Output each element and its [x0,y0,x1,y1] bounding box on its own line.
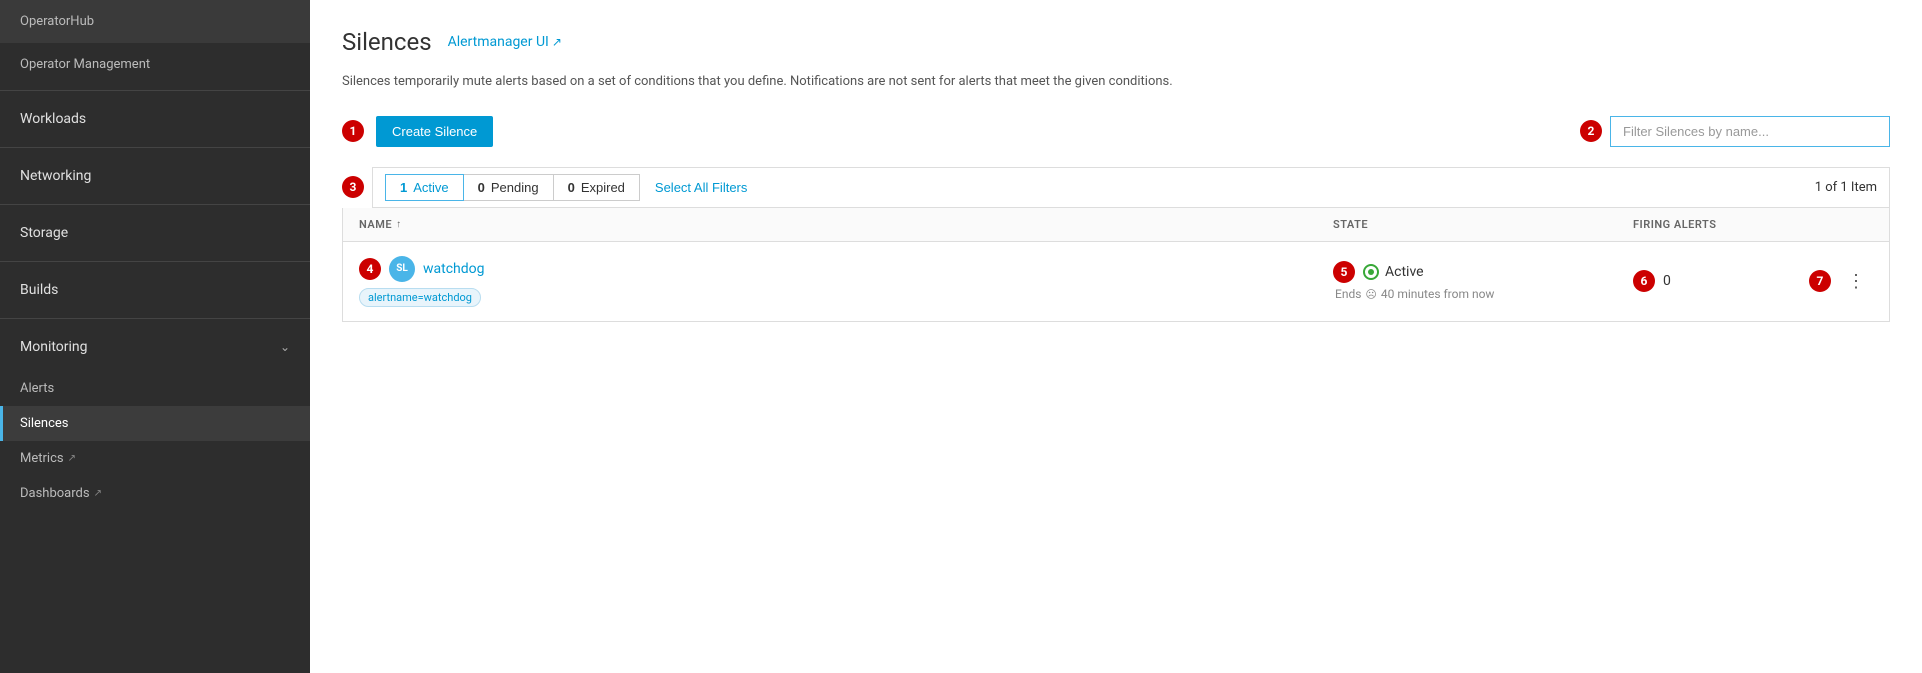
sidebar-item-dashboards[interactable]: Dashboards ↗ [0,476,310,511]
table-row: 4 SL watchdog alertname=watchdog 5 [343,242,1889,321]
avatar: SL [389,256,415,282]
left-toolbar: 1 Create Silence [342,116,493,147]
step-badge-7: 7 [1809,270,1831,292]
name-cell: 4 SL watchdog alertname=watchdog [359,256,1333,307]
clock-icon: ☹ [1365,288,1376,301]
col-header-name: NAME ↑ [359,218,1333,231]
sidebar-section-label: Builds [20,282,58,298]
step-badge-6: 6 [1633,270,1655,292]
alertmanager-link[interactable]: Alertmanager UI ↗ [448,34,562,50]
active-tab-label: Active [413,180,448,195]
sidebar-item-label: Alerts [20,381,54,396]
actions-cell: 7 ⋮ [1833,267,1873,296]
filter-silences-input[interactable] [1610,116,1890,147]
alertmanager-link-label: Alertmanager UI [448,34,549,50]
sidebar-item-label: Metrics [20,451,64,466]
sidebar-section-monitoring[interactable]: Monitoring ⌄ [0,323,310,371]
external-link-icon: ↗ [94,488,102,499]
state-active: Active [1363,264,1424,280]
sidebar-item-metrics[interactable]: Metrics ↗ [0,441,310,476]
expired-tab-count: 0 [568,180,575,195]
select-all-filters-button[interactable]: Select All Filters [655,180,747,195]
filter-tab-pending[interactable]: 0 Pending [463,174,554,201]
page-header: Silences Alertmanager UI ↗ [342,28,1890,56]
external-link-icon: ↗ [68,453,76,464]
silences-table: NAME ↑ STATE FIRING ALERTS 4 SL watchdog [342,208,1890,322]
sidebar-item-label: Silences [20,416,69,431]
ends-label: Ends [1335,287,1361,301]
pending-tab-count: 0 [478,180,485,195]
filter-tabs-container: 1 Active 0 Pending 0 Expired Select All … [372,167,1890,208]
create-silence-button[interactable]: Create Silence [376,116,493,147]
sidebar-section-builds[interactable]: Builds [0,266,310,314]
expired-tab-label: Expired [581,180,625,195]
external-link-icon: ↗ [552,35,562,49]
col-header-firing-alerts: FIRING ALERTS [1633,218,1833,231]
right-toolbar: 2 [1580,116,1890,147]
col-header-state: STATE [1333,218,1633,231]
sidebar: OperatorHub Operator Management Workload… [0,0,310,673]
sidebar-divider-1 [0,90,310,91]
sidebar-divider-4 [0,261,310,262]
row-actions-menu-button[interactable]: ⋮ [1839,267,1873,296]
name-badge-row: 4 SL watchdog [359,256,1333,282]
pending-tab-label: Pending [491,180,539,195]
step-badge-3: 3 [342,176,364,198]
sidebar-section-label: Networking [20,168,91,184]
step-badge-5: 5 [1333,261,1355,283]
page-description: Silences temporarily mute alerts based o… [342,72,1890,92]
active-state-dot [1363,264,1379,280]
main-content: Silences Alertmanager UI ↗ Silences temp… [310,0,1922,673]
ends-time: 40 minutes from now [1381,287,1495,301]
filter-tab-active[interactable]: 1 Active [385,174,464,201]
silence-tag[interactable]: alertname=watchdog [359,288,481,307]
firing-alerts-cell: 6 0 [1633,270,1833,292]
sidebar-item-operator-management[interactable]: Operator Management [0,43,310,86]
sort-icon: ↑ [396,219,402,230]
sidebar-item-label: Dashboards [20,486,90,501]
sidebar-divider-2 [0,147,310,148]
sidebar-section-label: Storage [20,225,68,241]
metrics-link-row: Metrics ↗ [20,451,290,466]
firing-alerts-value: 0 [1663,273,1671,289]
name-link-row: SL watchdog [389,256,485,282]
sidebar-item-operatorhub[interactable]: OperatorHub [0,0,310,43]
dashboards-link-row: Dashboards ↗ [20,486,290,501]
actions-badge-row: 7 ⋮ [1809,267,1873,296]
sidebar-item-alerts[interactable]: Alerts [0,371,310,406]
page-title: Silences [342,28,432,56]
step-badge-1: 1 [342,120,364,142]
firing-badge-row: 6 0 [1633,270,1833,292]
active-tab-count: 1 [400,180,407,195]
active-state-dot-inner [1368,269,1374,275]
state-label: Active [1385,264,1424,280]
silence-name-link[interactable]: watchdog [423,261,485,277]
table-header: NAME ↑ STATE FIRING ALERTS [343,208,1889,242]
state-cell: 5 Active Ends ☹ 40 minutes from now [1333,261,1633,301]
sidebar-divider-3 [0,204,310,205]
state-badge-row: 5 Active [1333,261,1633,283]
toolbar-row: 1 Create Silence 2 [342,116,1890,147]
chevron-down-icon: ⌄ [280,340,290,354]
sidebar-section-storage[interactable]: Storage [0,209,310,257]
filter-tab-expired[interactable]: 0 Expired [553,174,640,201]
sidebar-section-networking[interactable]: Networking [0,152,310,200]
col-header-actions [1833,218,1873,231]
sidebar-divider-5 [0,318,310,319]
sidebar-item-silences[interactable]: Silences [0,406,310,441]
step-badge-2: 2 [1580,120,1602,142]
sidebar-section-workloads[interactable]: Workloads [0,95,310,143]
sidebar-section-label: Workloads [20,111,86,127]
step-badge-4: 4 [359,258,381,280]
sidebar-section-label: Monitoring [20,339,88,355]
item-count: 1 of 1 Item [1815,180,1877,195]
state-ends: Ends ☹ 40 minutes from now [1333,287,1633,301]
